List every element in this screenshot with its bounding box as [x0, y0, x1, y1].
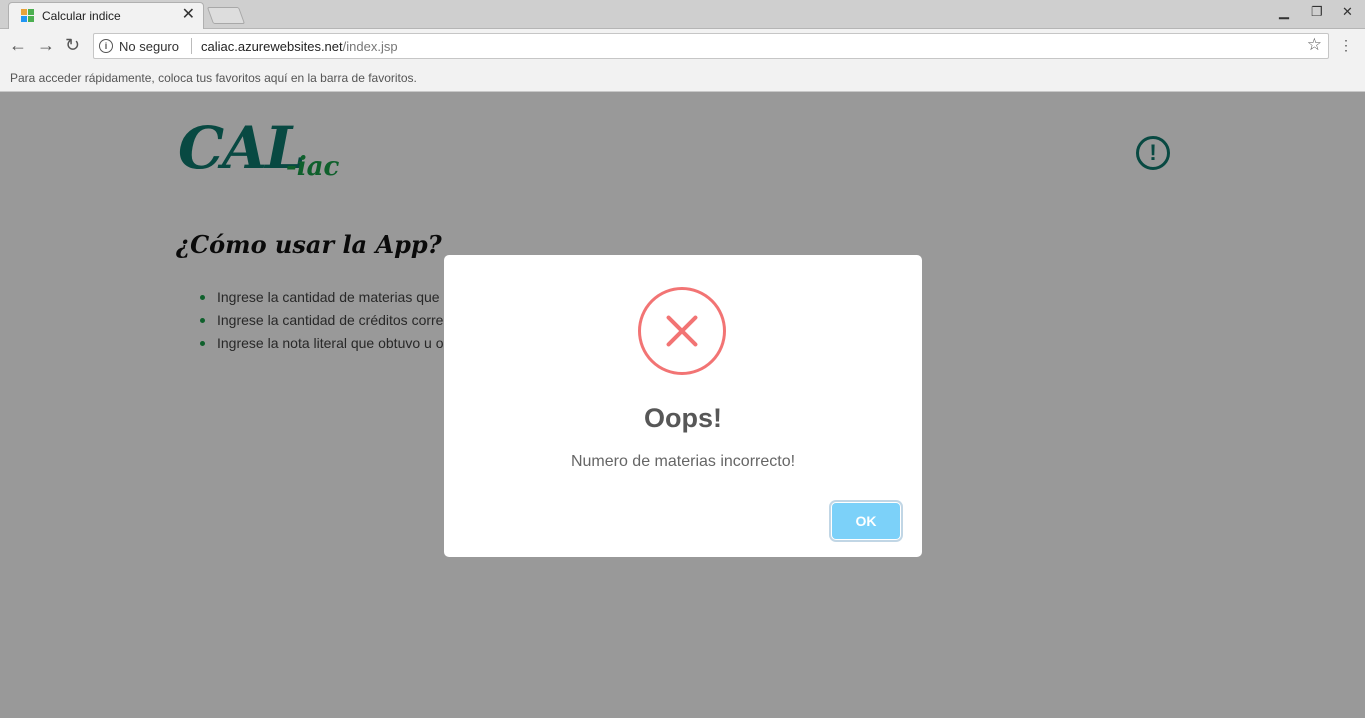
tab-close-icon[interactable]: ✕: [182, 6, 195, 24]
omnibox-divider: [191, 38, 192, 54]
tab-strip: Calcular indice ✕ ▁ ❐ ✕: [0, 0, 1365, 29]
browser-toolbar: ← → ↻ i No seguro caliac.azurewebsites.n…: [0, 29, 1365, 63]
browser-tab[interactable]: Calcular indice ✕: [8, 2, 204, 29]
site-favicon-icon: [21, 9, 35, 23]
window-close-icon[interactable]: ✕: [1342, 4, 1353, 20]
bookmark-star-icon[interactable]: ☆: [1307, 35, 1322, 55]
bookmarks-bar: Para acceder rápidamente, coloca tus fav…: [0, 63, 1365, 92]
restore-icon[interactable]: ❐: [1311, 4, 1323, 20]
reload-icon[interactable]: ↻: [65, 35, 80, 55]
tab-title: Calcular indice: [42, 9, 121, 23]
ok-button[interactable]: OK: [832, 503, 900, 539]
error-x-icon: [638, 287, 726, 375]
security-label: No seguro: [119, 39, 179, 54]
dialog-title: Oops!: [644, 403, 722, 433]
back-icon[interactable]: ←: [9, 35, 27, 55]
url-path: /index.jsp: [342, 39, 398, 54]
address-bar[interactable]: i No seguro caliac.azurewebsites.net/ind…: [93, 33, 1329, 59]
info-icon[interactable]: i: [99, 39, 113, 53]
new-tab-button[interactable]: [206, 7, 246, 24]
bookmarks-hint: Para acceder rápidamente, coloca tus fav…: [10, 71, 417, 85]
menu-icon[interactable]: ⋮: [1339, 37, 1353, 54]
forward-icon[interactable]: →: [37, 35, 55, 55]
error-dialog: Oops! Numero de materias incorrecto! OK: [444, 255, 922, 557]
url-text[interactable]: caliac.azurewebsites.net/index.jsp: [201, 39, 398, 54]
url-host: caliac.azurewebsites.net: [201, 39, 343, 54]
minimize-icon[interactable]: ▁: [1279, 4, 1289, 20]
dialog-message: Numero de materias incorrecto!: [570, 453, 796, 470]
